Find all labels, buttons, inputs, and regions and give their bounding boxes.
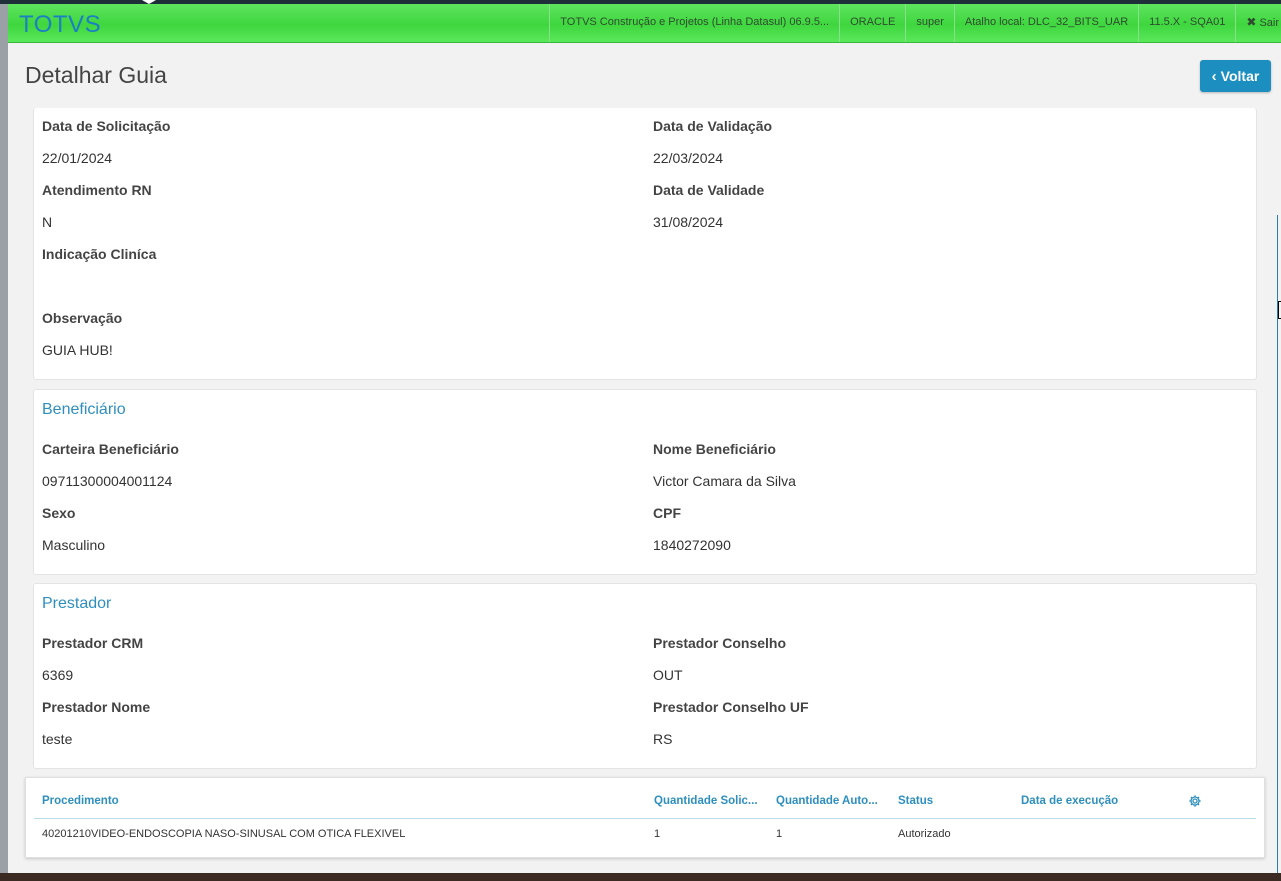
column-header-quantidade-solicitada[interactable]: Quantidade Solic... — [654, 795, 758, 807]
beneficiario-section-title: Beneficiário — [42, 401, 126, 418]
atendimento-rn-value: N — [42, 214, 53, 230]
cell-quantidade-solicitada: 1 — [654, 828, 661, 840]
guide-details-panel: Data de Solicitação 22/01/2024 Data de V… — [33, 108, 1257, 380]
column-header-status[interactable]: Status — [898, 795, 933, 807]
header-shortcut[interactable]: Atalho local: DLC_32_BITS_UAR — [953, 4, 1138, 42]
column-header-data-execucao[interactable]: Data de execução — [1021, 795, 1118, 807]
chevron-left-icon: ‹ — [1211, 67, 1217, 85]
cpf-label: CPF — [653, 505, 681, 521]
nome-beneficiario-label: Nome Beneficiário — [653, 441, 776, 457]
column-header-quantidade-autorizada[interactable]: Quantidade Auto... — [776, 795, 878, 807]
prestador-nome-label: Prestador Nome — [42, 699, 151, 715]
data-solicitacao-label: Data de Solicitação — [42, 118, 171, 134]
carteira-label: Carteira Beneficiário — [42, 441, 179, 457]
left-edge-bar — [0, 4, 8, 874]
header-product[interactable]: TOTVS Construção e Projetos (Linha Datas… — [549, 4, 839, 42]
data-validade-label: Data de Validade — [653, 182, 765, 198]
indicacao-clinica-label: Indicação Cliníca — [42, 246, 157, 262]
exit-button[interactable]: ✖ Sair — [1235, 4, 1281, 42]
prestador-crm-value: 6369 — [42, 667, 74, 683]
sexo-value: Masculino — [42, 537, 106, 553]
prestador-conselho-uf-label: Prestador Conselho UF — [653, 699, 809, 715]
header-info-bar: TOTVS Construção e Projetos (Linha Datas… — [549, 4, 1281, 42]
data-validacao-label: Data de Validação — [653, 118, 773, 134]
prestador-conselho-value: OUT — [653, 667, 683, 683]
atendimento-rn-label: Atendimento RN — [42, 182, 152, 198]
gear-icon[interactable] — [1188, 794, 1202, 808]
cpf-value: 1840272090 — [653, 537, 731, 553]
cell-quantidade-autorizada: 1 — [776, 828, 783, 840]
cell-procedimento: 40201210VIDEO-ENDOSCOPIA NASO-SINUSAL CO… — [42, 828, 406, 840]
prestador-crm-label: Prestador CRM — [42, 635, 144, 651]
back-label: Voltar — [1220, 68, 1260, 84]
page-title: Detalhar Guia — [25, 62, 167, 88]
procedures-table: Procedimento Quantidade Solic... Quantid… — [25, 777, 1265, 858]
table-header-divider — [34, 818, 1256, 819]
back-button[interactable]: ‹ Voltar — [1200, 60, 1271, 92]
totvs-logo[interactable]: TOTVS — [19, 11, 101, 39]
bottom-edge-bar — [0, 873, 1281, 881]
prestador-conselho-uf-value: RS — [653, 731, 673, 747]
beneficiario-panel: Beneficiário Carteira Beneficiário 09711… — [33, 389, 1257, 575]
sexo-label: Sexo — [42, 505, 76, 521]
data-validade-value: 31/08/2024 — [653, 214, 724, 230]
app-header: TOTVS TOTVS Construção e Projetos (Linha… — [8, 4, 1281, 43]
prestador-conselho-label: Prestador Conselho — [653, 635, 787, 651]
header-user[interactable]: super — [905, 4, 954, 42]
prestador-section-title: Prestador — [42, 595, 112, 612]
exit-label: Sair — [1259, 17, 1279, 29]
observacao-label: Observação — [42, 310, 123, 326]
header-database[interactable]: ORACLE — [839, 4, 905, 42]
carteira-value: 09711300004001124 — [42, 473, 173, 489]
prestador-nome-value: teste — [42, 731, 73, 747]
header-version[interactable]: 11.5.X - SQA01 — [1138, 4, 1235, 42]
data-solicitacao-value: 22/01/2024 — [42, 150, 113, 166]
observacao-value: GUIA HUB! — [42, 342, 113, 358]
column-header-procedimento[interactable]: Procedimento — [42, 795, 119, 807]
cell-status: Autorizado — [898, 828, 951, 840]
prestador-panel: Prestador Prestador CRM 6369 Prestador C… — [33, 583, 1257, 769]
page-content: Detalhar Guia ‹ Voltar Data de Solicitaçã… — [8, 43, 1281, 873]
nome-beneficiario-value: Victor Camara da Silva — [653, 473, 796, 489]
data-validacao-value: 22/03/2024 — [653, 150, 724, 166]
close-icon: ✖ — [1246, 15, 1257, 29]
